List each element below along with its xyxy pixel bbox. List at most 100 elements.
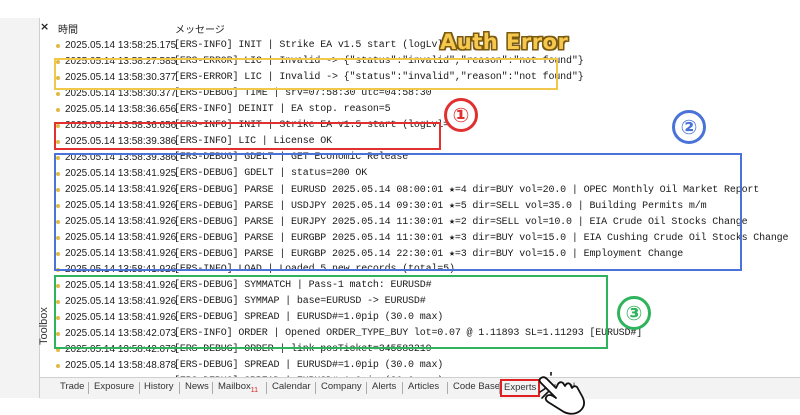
tab-trade[interactable]: Trade	[60, 381, 84, 392]
log-time: 2025.05.14 13:58:30.377	[65, 88, 177, 99]
log-row[interactable]: 2025.05.14 13:58:41.926 [ERS-DEBUG] SPREA…	[52, 310, 800, 326]
info-dot-icon	[56, 268, 60, 272]
log-message: [ERS-ERROR] LIC | Invalid -> {"status":"…	[174, 56, 584, 67]
tab-code-base[interactable]: Code Base	[453, 381, 500, 392]
info-dot-icon	[56, 156, 60, 160]
log-row[interactable]: 2025.05.14 13:58:42.073 [ERS-DEBUG] ORDER…	[52, 342, 800, 358]
tab-calendar[interactable]: Calendar	[272, 381, 311, 392]
tab-separator	[402, 382, 403, 394]
log-time: 2025.05.14 13:58:27.585	[65, 56, 177, 67]
log-row[interactable]: 2025.05.14 13:58:48.878 [ERS-DEBUG] SPREA…	[52, 358, 800, 374]
info-dot-icon	[56, 300, 60, 304]
log-time: 2025.05.14 13:58:41.926	[65, 232, 177, 243]
log-row[interactable]: 2025.05.14 13:58:41.926 [ERS-DEBUG] PARSE…	[52, 198, 800, 214]
log-row[interactable]: 2025.05.14 13:58:41.926 [ERS-DEBUG] PARSE…	[52, 230, 800, 246]
info-dot-icon	[56, 332, 60, 336]
tab-company[interactable]: Company	[321, 381, 362, 392]
info-dot-icon	[56, 364, 60, 368]
log-message: [ERS-DEBUG] TIME | srv=07:58:30 utc=04:5…	[174, 88, 432, 99]
info-dot-icon	[56, 348, 60, 352]
log-time: 2025.05.14 13:58:41.926	[65, 216, 177, 227]
info-dot-icon	[56, 236, 60, 240]
log-row[interactable]: 2025.05.14 13:58:41.926 [ERS-DEBUG] SYMMA…	[52, 278, 800, 294]
log-row[interactable]: 2025.05.14 13:58:41.926 [ERS-DEBUG] SYMMA…	[52, 294, 800, 310]
tab-separator	[447, 382, 448, 394]
info-dot-icon	[56, 316, 60, 320]
log-time: 2025.05.14 13:58:41.926	[65, 184, 177, 195]
tab-separator	[315, 382, 316, 394]
info-dot-icon	[56, 108, 60, 112]
mailbox-count-badge: 11	[250, 386, 259, 394]
log-time: 2025.05.14 13:58:41.925	[65, 168, 177, 179]
log-message: [ERS-DEBUG] PARSE | EURUSD 2025.05.14 08…	[174, 185, 760, 196]
tab-separator	[139, 382, 140, 394]
log-row[interactable]: 2025.05.14 13:58:41.926 [ERS-DEBUG] PARSE…	[52, 182, 800, 198]
log-row[interactable]: 2025.05.14 13:58:27.585 [ERS-ERROR] LIC |…	[52, 54, 800, 70]
log-time: 2025.05.14 13:58:41.926	[65, 264, 177, 275]
info-dot-icon	[56, 76, 60, 80]
log-row[interactable]: 2025.05.14 13:58:39.386 [ERS-DEBUG] GDELT…	[52, 150, 800, 166]
log-time: 2025.05.14 13:58:30.377	[65, 72, 177, 83]
step-badge-1: ①	[444, 98, 478, 132]
log-message: [ERS-DEBUG] SPREAD | EURUSD#=1.0pip (30.…	[174, 360, 444, 371]
log-row[interactable]: 2025.05.14 13:58:41.926 [ERS-DEBUG] PARSE…	[52, 214, 800, 230]
toolbox-tab-bar: Trade Exposure History News Mailbox11 Ca…	[40, 377, 800, 399]
info-dot-icon	[56, 188, 60, 192]
log-time: 2025.05.14 13:58:41.926	[65, 248, 177, 259]
log-message: [ERS-DEBUG] SYMMATCH | Pass-1 match: EUR…	[174, 280, 432, 291]
log-message: [ERS-INFO] INIT | Strike EA v1.5 start (…	[174, 40, 461, 51]
info-dot-icon	[56, 220, 60, 224]
info-dot-icon	[56, 172, 60, 176]
tab-history[interactable]: History	[144, 381, 174, 392]
log-row[interactable]: 2025.05.14 13:58:41.926 [ERS-DEBUG] PARSE…	[52, 246, 800, 262]
log-message: [ERS-DEBUG] ORDER | link posTicket=34558…	[174, 344, 432, 355]
log-time: 2025.05.14 13:58:36.656	[65, 120, 177, 131]
toolbox-label: Toolbox	[38, 307, 50, 345]
log-time: 2025.05.14 13:58:25.175	[65, 40, 177, 51]
info-dot-icon	[56, 124, 60, 128]
auth-error-title: Auth Error	[440, 30, 569, 54]
info-dot-icon	[56, 140, 60, 144]
log-time: 2025.05.14 13:58:41.926	[65, 200, 177, 211]
log-row[interactable]: 2025.05.14 13:58:41.925 [ERS-DEBUG] GDELT…	[52, 166, 800, 182]
log-time: 2025.05.14 13:58:48.878	[65, 360, 177, 371]
log-time: 2025.05.14 13:58:42.073	[65, 328, 177, 339]
log-message: [ERS-DEBUG] PARSE | USDJPY 2025.05.14 09…	[174, 201, 707, 212]
tab-separator	[266, 382, 267, 394]
info-dot-icon	[56, 252, 60, 256]
log-row[interactable]: 2025.05.14 13:58:41.926 [ERS-INFO] LOAD |…	[52, 262, 800, 278]
column-header-time[interactable]: 時間	[58, 21, 78, 36]
close-icon[interactable]: ×	[40, 21, 49, 32]
step-badge-2: ②	[672, 110, 706, 144]
tab-alerts[interactable]: Alerts	[372, 381, 396, 392]
log-message: [ERS-DEBUG] SPREAD | EURUSD#=1.0pip (30.…	[174, 312, 444, 323]
tab-exposure[interactable]: Exposure	[94, 381, 134, 392]
log-row[interactable]: 2025.05.14 13:58:30.377 [ERS-DEBUG] TIME …	[52, 86, 800, 102]
tab-news[interactable]: News	[185, 381, 209, 392]
log-row[interactable]: 2025.05.14 13:58:30.377 [ERS-ERROR] LIC |…	[52, 70, 800, 86]
tab-mailbox[interactable]: Mailbox11	[218, 381, 258, 394]
experts-log-panel: 時間 メッセージ 2025.05.14 13:58:25.175 [ERS-INF…	[52, 18, 800, 377]
column-header-message[interactable]: メッセージ	[175, 21, 225, 36]
info-dot-icon	[56, 44, 60, 48]
log-message: [ERS-INFO] ORDER | Opened ORDER_TYPE_BUY…	[174, 328, 643, 339]
log-message: [ERS-DEBUG] PARSE | EURGBP 2025.05.14 22…	[174, 249, 684, 260]
log-row[interactable]: 2025.05.14 13:58:25.175 [ERS-INFO] INIT |…	[52, 38, 800, 54]
log-time: 2025.05.14 13:58:41.926	[65, 296, 177, 307]
terminal-toolbox-window: × Toolbox 時間 メッセージ 2025.05.14 13:58:25.1…	[0, 0, 800, 415]
log-message: [ERS-INFO] LOAD | Loaded 5 new records (…	[174, 264, 455, 275]
log-time: 2025.05.14 13:58:39.386	[65, 152, 177, 163]
log-message: [ERS-DEBUG] SYMMAP | base=EURUSD -> EURU…	[174, 296, 426, 307]
log-message: [ERS-DEBUG] GDELT | GET Economic Release	[174, 152, 409, 163]
log-message: [ERS-DEBUG] PARSE | EURJPY 2025.05.14 11…	[174, 217, 748, 228]
tab-experts[interactable]: Experts	[500, 379, 541, 397]
tab-separator	[179, 382, 180, 394]
tab-separator	[366, 382, 367, 394]
info-dot-icon	[56, 60, 60, 64]
tab-articles[interactable]: Articles	[408, 381, 439, 392]
log-row[interactable]: 2025.05.14 13:58:42.073 [ERS-INFO] ORDER …	[52, 326, 800, 342]
log-time: 2025.05.14 13:58:42.073	[65, 344, 177, 355]
log-message: [ERS-ERROR] LIC | Invalid -> {"status":"…	[174, 72, 584, 83]
log-message: [ERS-DEBUG] PARSE | EURGBP 2025.05.14 11…	[174, 233, 789, 244]
log-message: [ERS-INFO] DEINIT | EA stop. reason=5	[174, 104, 391, 115]
